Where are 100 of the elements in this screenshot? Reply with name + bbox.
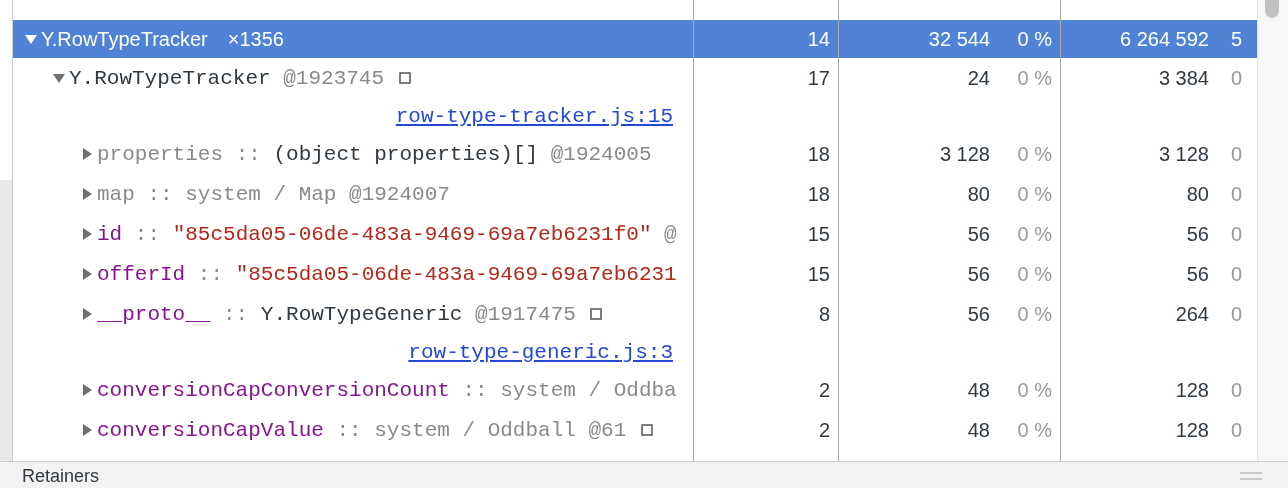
shallow-size: 48 xyxy=(966,378,990,402)
drag-handle-icon[interactable] xyxy=(1240,472,1262,480)
tree-row[interactable]: row-type-tracker.js:15 xyxy=(13,98,1257,134)
tree-row[interactable]: properties :: (object properties)[] @1924005 18 3 128 0 % 3 128 0 xyxy=(13,134,1257,174)
property-name: conversionCapConversionCount xyxy=(97,378,450,402)
object-id: @61 xyxy=(588,418,627,442)
right-triangle-icon[interactable] xyxy=(81,308,93,320)
type-name: system / Oddball xyxy=(374,418,576,442)
square-icon[interactable] xyxy=(590,308,603,320)
selected-tree-row[interactable]: Y.RowTypeTracker ×1356 14 32 544 0 % 6 264 592 5 xyxy=(13,20,1257,58)
retained-percent: 0 xyxy=(1230,302,1244,326)
string-value: "85c5da05-06de-483a-9469-69a7eb6231 xyxy=(235,262,677,286)
type-name: system / Map xyxy=(185,182,337,206)
shallow-size: 80 xyxy=(966,182,990,206)
retained-percent: 5 xyxy=(1230,27,1244,51)
retained-size: 128 xyxy=(1174,418,1209,442)
shallow-size: 24 xyxy=(966,66,990,90)
down-triangle-icon[interactable] xyxy=(53,72,65,84)
source-link[interactable]: row-type-generic.js:3 xyxy=(408,340,673,364)
separator: :: xyxy=(197,262,224,286)
object-id: @1924007 xyxy=(349,182,450,206)
retained-percent: 0 xyxy=(1230,142,1244,166)
shallow-size: 56 xyxy=(966,262,990,286)
source-link[interactable]: row-type-tracker.js:15 xyxy=(395,104,673,128)
shallow-size: 32 544 xyxy=(927,27,990,51)
retained-size: 264 xyxy=(1174,302,1209,326)
scrollbar[interactable] xyxy=(1257,0,1288,461)
separator: :: xyxy=(336,418,362,442)
retained-size: 80 xyxy=(1185,182,1209,206)
distance-cell: 8 xyxy=(694,294,839,334)
down-triangle-icon[interactable] xyxy=(25,33,37,45)
shallow-percent: 0 % xyxy=(1016,142,1053,166)
type-name: system / Oddba xyxy=(500,378,677,402)
tree-row[interactable]: Y.RowTypeTracker @1923745 17 24 0 % 3 384 0 xyxy=(13,58,1257,98)
retained-size: 3 384 xyxy=(1157,66,1209,90)
square-icon[interactable] xyxy=(640,424,653,436)
shallow-size: 56 xyxy=(966,302,990,326)
property-name: __proto__ xyxy=(97,302,211,326)
scrollbar-thumb[interactable] xyxy=(1265,0,1279,18)
retained-size: 128 xyxy=(1174,378,1209,402)
property-name: map xyxy=(97,182,135,206)
tree-row[interactable]: map :: system / Map @1924007 18 80 0 % 80 0 xyxy=(13,174,1257,214)
property-name: offerId xyxy=(97,262,186,286)
distance-cell: 2 xyxy=(694,370,839,410)
retained-size: 56 xyxy=(1185,262,1209,286)
shallow-percent: 0 % xyxy=(1016,418,1053,442)
object-id: @ xyxy=(664,222,677,246)
separator: :: xyxy=(134,222,161,246)
type-name: Y.RowTypeTracker xyxy=(69,66,271,90)
tree-row[interactable]: id :: "85c5da05-06de-483a-9469-69a7eb6231f0" @ 15 56 0 % 56 0 xyxy=(13,214,1257,254)
shallow-percent: 0 % xyxy=(1016,27,1053,51)
retained-percent: 0 xyxy=(1230,418,1244,442)
object-id: @1917475 xyxy=(475,302,576,326)
separator: :: xyxy=(223,302,249,326)
property-name: properties xyxy=(97,142,224,166)
shallow-size: 48 xyxy=(966,418,990,442)
right-triangle-icon[interactable] xyxy=(81,188,93,200)
right-triangle-icon[interactable] xyxy=(81,384,93,396)
retained-size: 56 xyxy=(1185,222,1209,246)
string-value: "85c5da05-06de-483a-9469-69a7eb6231f0" xyxy=(172,222,652,246)
retained-size: 3 128 xyxy=(1157,142,1209,166)
property-name: id xyxy=(97,222,123,246)
tree-row[interactable]: row-type-generic.js:3 xyxy=(13,334,1257,370)
object-id: @1923745 xyxy=(283,66,385,90)
property-name: conversionCapValue xyxy=(97,418,324,442)
separator: :: xyxy=(147,182,173,206)
right-triangle-icon[interactable] xyxy=(81,148,93,160)
shallow-percent: 0 % xyxy=(1016,262,1053,286)
distance-cell: 15 xyxy=(694,254,839,294)
instance-count: ×1356 xyxy=(227,27,284,51)
class-name: Y.RowTypeTracker xyxy=(41,27,208,51)
separator: :: xyxy=(235,142,261,166)
retained-percent: 0 xyxy=(1230,222,1244,246)
shallow-percent: 0 % xyxy=(1016,302,1053,326)
shallow-size: 3 128 xyxy=(938,142,990,166)
distance-cell: 17 xyxy=(694,58,839,98)
right-triangle-icon[interactable] xyxy=(81,424,93,436)
shallow-size: 56 xyxy=(966,222,990,246)
square-icon[interactable] xyxy=(398,72,411,84)
object-id: @1924005 xyxy=(550,142,652,166)
retained-size: 6 264 592 xyxy=(1119,27,1209,51)
shallow-percent: 0 % xyxy=(1016,66,1053,90)
retained-percent: 0 xyxy=(1230,262,1244,286)
tree-row[interactable]: __proto__ :: Y.RowTypeGeneric @1917475 8 56 0 % 264 0 xyxy=(13,294,1257,334)
distance-cell: 18 xyxy=(694,174,839,214)
panel-title: Retainers xyxy=(22,465,100,486)
tree-row[interactable]: offerId :: "85c5da05-06de-483a-9469-69a7eb6231 15 56 0 % 56 0 xyxy=(13,254,1257,294)
separator: :: xyxy=(462,378,488,402)
right-triangle-icon[interactable] xyxy=(81,228,93,240)
type-name: Y.RowTypeGeneric xyxy=(260,302,463,326)
right-triangle-icon[interactable] xyxy=(81,268,93,280)
distance-cell: 15 xyxy=(694,214,839,254)
retained-percent: 0 xyxy=(1230,66,1244,90)
distance-cell: 18 xyxy=(694,134,839,174)
shallow-percent: 0 % xyxy=(1016,378,1053,402)
shallow-percent: 0 % xyxy=(1016,222,1053,246)
distance-cell: 2 xyxy=(694,410,839,450)
tree-row[interactable]: conversionCapValue :: system / Oddball @61 2 48 0 % 128 0 xyxy=(13,410,1257,450)
type-name: (object properties)[] xyxy=(273,142,539,166)
tree-row[interactable]: conversionCapConversionCount :: system / Oddba 2 48 0 % 128 0 xyxy=(13,370,1257,410)
